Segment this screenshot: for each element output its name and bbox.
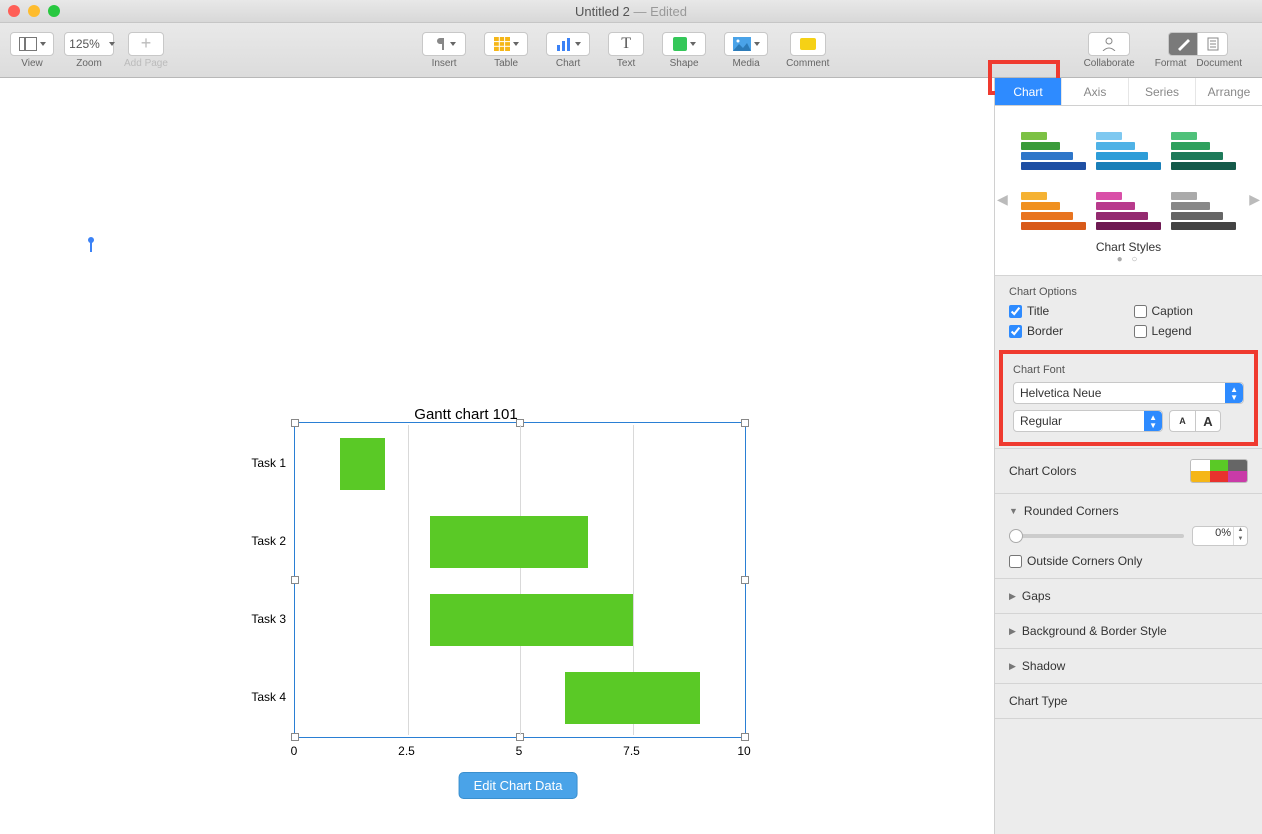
document-icon <box>1207 37 1219 51</box>
shadow-disclosure[interactable]: ▶Shadow <box>995 648 1262 683</box>
comment-icon <box>800 38 816 50</box>
text-button[interactable]: T <box>608 32 644 56</box>
stepper-up-icon[interactable]: ▲ <box>1233 527 1247 536</box>
stepper-down-icon[interactable]: ▼ <box>1233 536 1247 545</box>
zoom-dropdown[interactable]: 125% <box>64 32 114 56</box>
x-axis-tick: 7.5 <box>623 744 640 758</box>
gantt-bar[interactable] <box>430 594 633 646</box>
format-button[interactable] <box>1168 32 1198 56</box>
category-label: Task 3 <box>236 612 286 626</box>
window-title: Untitled 2 <box>575 4 630 19</box>
option-caption-checkbox[interactable]: Caption <box>1134 304 1249 318</box>
chart-font-section: Chart Font Helvetica Neue▲▼ Regular▲▼ A … <box>999 350 1258 446</box>
chart-style-2[interactable] <box>1096 120 1161 170</box>
gaps-disclosure[interactable]: ▶Gaps <box>995 578 1262 613</box>
font-family-select[interactable]: Helvetica Neue▲▼ <box>1013 382 1244 404</box>
format-inspector: Chart Axis Series Arrange ◀ ▶ Chart Styl… <box>995 78 1262 834</box>
option-border-checkbox[interactable]: Border <box>1009 324 1124 338</box>
chart-button[interactable] <box>546 32 590 56</box>
tab-chart[interactable]: Chart <box>995 78 1062 105</box>
rounded-corners-field[interactable]: 0%▲▼ <box>1192 526 1248 546</box>
edited-indicator: — Edited <box>634 4 687 19</box>
format-icon <box>1176 37 1190 51</box>
media-button[interactable] <box>724 32 768 56</box>
window-titlebar: Untitled 2 — Edited <box>0 0 1262 23</box>
gantt-bar[interactable] <box>565 672 700 724</box>
chart-style-1[interactable] <box>1021 120 1086 170</box>
view-button[interactable] <box>10 32 54 56</box>
collaborate-button[interactable] <box>1088 32 1130 56</box>
rounded-corners-disclosure[interactable]: ▼Rounded Corners <box>1009 504 1248 518</box>
tab-axis[interactable]: Axis <box>1062 78 1129 105</box>
chart-title[interactable]: Gantt chart 101 <box>414 406 517 423</box>
category-label: Task 1 <box>236 456 286 470</box>
chart-icon <box>556 37 572 51</box>
category-label: Task 2 <box>236 534 286 548</box>
outside-corners-checkbox[interactable]: Outside Corners Only <box>1009 554 1248 568</box>
tab-arrange[interactable]: Arrange <box>1196 78 1262 105</box>
comment-button[interactable] <box>790 32 826 56</box>
gridline <box>520 425 521 735</box>
font-style-select[interactable]: Regular▲▼ <box>1013 410 1163 432</box>
add-page-label: Add Page <box>124 58 168 69</box>
zoom-label: Zoom <box>76 58 102 69</box>
text-cursor <box>90 242 92 252</box>
document-canvas[interactable]: Gantt chart 101 0 2.5 5 7.5 10 Task 1 Task 2 T… <box>0 78 995 834</box>
category-label: Task 4 <box>236 690 286 704</box>
x-axis-tick: 10 <box>737 744 750 758</box>
paragraph-icon <box>433 37 447 51</box>
media-icon <box>733 37 751 51</box>
document-button[interactable] <box>1198 32 1228 56</box>
chart-type-row: Chart Type <box>995 683 1262 719</box>
chart-style-4[interactable] <box>1021 180 1086 230</box>
font-smaller-button[interactable]: A <box>1169 410 1195 432</box>
gantt-bar[interactable] <box>340 438 385 490</box>
style-page-indicator: ● ○ <box>1009 254 1248 265</box>
gantt-chart[interactable] <box>294 422 746 738</box>
edit-chart-data-button[interactable]: Edit Chart Data <box>459 772 578 799</box>
view-label: View <box>21 58 43 69</box>
insert-button[interactable] <box>422 32 466 56</box>
chart-style-3[interactable] <box>1171 120 1236 170</box>
shape-icon <box>673 37 687 51</box>
chart-options-heading: Chart Options <box>1009 286 1248 298</box>
collaborate-icon <box>1100 37 1118 51</box>
background-border-disclosure[interactable]: ▶Background & Border Style <box>995 613 1262 648</box>
tab-series[interactable]: Series <box>1129 78 1196 105</box>
x-axis-tick: 5 <box>516 744 523 758</box>
chart-style-6[interactable] <box>1171 180 1236 230</box>
option-title-checkbox[interactable]: Title <box>1009 304 1124 318</box>
add-page-button[interactable]: + <box>128 32 164 56</box>
chart-styles-label: Chart Styles <box>1009 240 1248 254</box>
chart-style-5[interactable] <box>1096 180 1161 230</box>
rounded-corners-slider[interactable] <box>1009 534 1184 538</box>
view-icon <box>19 37 37 51</box>
font-larger-button[interactable]: A <box>1195 410 1221 432</box>
shape-button[interactable] <box>662 32 706 56</box>
main-toolbar: View 125% Zoom + Add Page Insert Table C… <box>0 23 1262 78</box>
chart-font-heading: Chart Font <box>1013 364 1244 376</box>
gridline <box>408 425 409 735</box>
chart-colors-button[interactable] <box>1190 459 1248 483</box>
table-button[interactable] <box>484 32 528 56</box>
gantt-bar[interactable] <box>430 516 588 568</box>
styles-prev-icon[interactable]: ◀ <box>997 191 1008 208</box>
chart-styles-panel: ◀ ▶ Chart Styles ● ○ <box>995 106 1262 275</box>
option-legend-checkbox[interactable]: Legend <box>1134 324 1249 338</box>
styles-next-icon[interactable]: ▶ <box>1249 191 1260 208</box>
table-icon <box>494 37 510 51</box>
chart-colors-label: Chart Colors <box>1009 464 1076 478</box>
x-axis-tick: 0 <box>291 744 298 758</box>
x-axis-tick: 2.5 <box>398 744 415 758</box>
